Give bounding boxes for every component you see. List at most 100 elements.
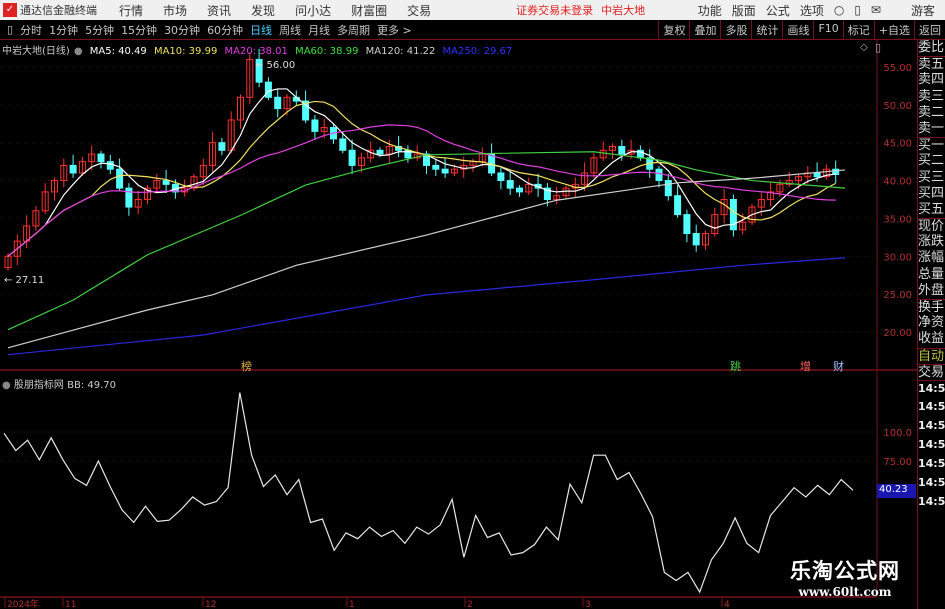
ma60-line xyxy=(7,151,846,331)
quote-label: 收益 xyxy=(918,331,945,347)
quote-label: 涨幅 xyxy=(918,250,945,266)
quote-label: 换手 xyxy=(918,299,945,315)
ma250-label: MA250: 29.67 xyxy=(442,46,513,57)
candle-body xyxy=(692,233,700,246)
quote-label: 买四 xyxy=(918,185,945,201)
trade-time: 14:56 xyxy=(918,494,945,508)
trade-time: 14:56 xyxy=(918,475,945,489)
quote-label: 总量 xyxy=(918,266,945,282)
quote-panel: 委比 卖五 卖四 卖三 卖二 卖一 买一 买二 买三 买四 买五 现价 涨跌 涨… xyxy=(917,40,945,609)
date-tick-label: 2024年 xyxy=(7,598,39,609)
candle-body xyxy=(69,164,77,174)
candle-body xyxy=(497,172,505,182)
quote-label: 买一 xyxy=(918,137,945,154)
indicator-tick-label: 75.00 xyxy=(883,457,912,468)
candle-body xyxy=(97,153,105,163)
event-marker: 增 xyxy=(800,359,811,373)
candle-body xyxy=(311,119,319,132)
indicator-legend: ● 股朋指标网 BB: 49.70 xyxy=(2,376,116,391)
ma20-label: MA20: 38.01 xyxy=(224,46,288,57)
expand-icon[interactable]: ▯ xyxy=(875,41,881,54)
price-tick-label: 45.00 xyxy=(883,139,912,150)
quote-label: 委比 xyxy=(918,40,945,55)
ma10-label: MA10: 39.99 xyxy=(153,46,218,57)
ma120-label: MA120: 41.22 xyxy=(365,46,436,57)
quote-label: 卖二 xyxy=(918,104,945,120)
auto-toggle[interactable]: 自动 xyxy=(918,347,945,364)
price-tick-label: 20.00 xyxy=(883,328,912,339)
quote-label: 外盘 xyxy=(918,282,945,298)
event-marker: 跳 xyxy=(730,359,741,373)
date-tick-label: 1 xyxy=(349,600,355,609)
candle-body xyxy=(348,149,356,166)
price-tick-label: 35.00 xyxy=(883,214,912,225)
quote-label: 净资 xyxy=(918,315,945,331)
indicator-tick-label: 100.0 xyxy=(883,428,912,439)
quote-label: 卖一 xyxy=(918,120,945,136)
candle-body xyxy=(516,187,523,193)
event-marker: 榜 xyxy=(241,359,252,373)
indicator-value: BB: 49.70 xyxy=(67,380,117,391)
candle-body xyxy=(674,195,682,216)
quote-label: 卖四 xyxy=(918,72,945,88)
candle-body xyxy=(274,96,282,110)
ma5-label: MA5: 40.49 xyxy=(89,46,147,57)
settings-icon[interactable]: ● xyxy=(74,46,83,57)
candle-body xyxy=(618,145,626,155)
trade-time: 14:56 xyxy=(918,456,945,470)
watermark: 乐淘公式网 www.60lt.com xyxy=(790,555,900,599)
candle-body xyxy=(813,172,821,178)
candle-body xyxy=(832,168,840,175)
event-marker: 财 xyxy=(833,359,844,373)
price-tick-label: 55.00 xyxy=(883,63,912,74)
date-tick-label: 3 xyxy=(585,600,591,609)
date-tick-label: 2 xyxy=(467,600,473,609)
candle-body xyxy=(125,187,133,208)
bb-indicator-line xyxy=(3,392,854,594)
watermark-url: www.60lt.com xyxy=(798,585,892,599)
date-tick-label: 12 xyxy=(205,600,216,609)
cursor-value-box: 40.23 xyxy=(877,484,916,498)
high-label: ← 56.00 xyxy=(255,60,295,71)
quote-label: 买三 xyxy=(918,169,945,185)
candle-body xyxy=(655,168,663,182)
back-button[interactable]: 返回 xyxy=(914,20,945,39)
trade-time: 14:56 xyxy=(918,418,945,432)
low-label: ← 27.11 xyxy=(4,275,44,286)
candle-body xyxy=(116,168,124,189)
settings-icon[interactable]: ● xyxy=(2,380,11,391)
quote-label: 买二 xyxy=(918,153,945,169)
price-tick-label: 25.00 xyxy=(883,290,912,301)
trade-label: 交易 xyxy=(918,363,945,380)
diamond-icon[interactable]: ◇ xyxy=(860,42,868,53)
candle-body xyxy=(218,142,226,151)
candle-body xyxy=(106,161,114,170)
chart-title: 中岩大地(日线) xyxy=(2,46,70,57)
trade-time: 14:56 xyxy=(918,437,945,451)
watermark-name: 乐淘公式网 xyxy=(790,558,900,583)
ma-legend: 中岩大地(日线) ● MA5: 40.49 MA10: 39.99 MA20: 3… xyxy=(2,42,516,57)
ma250-line xyxy=(7,257,846,356)
kline-chart[interactable]: 55.00 50.00 45.00 40.00 35.00 30.00 25.00 20.00… xyxy=(0,0,917,609)
candle-body xyxy=(162,180,170,185)
price-tick-label: 40.00 xyxy=(883,177,912,188)
candle-body xyxy=(664,180,672,197)
date-tick-label: 11 xyxy=(65,600,76,609)
candle-body xyxy=(376,149,384,155)
quote-label: 卖三 xyxy=(918,88,945,104)
candle-body xyxy=(506,180,514,189)
candle-body xyxy=(264,81,272,98)
price-tick-label: 30.00 xyxy=(883,252,912,263)
candle-body xyxy=(432,164,440,170)
ma60-label: MA60: 38.99 xyxy=(295,46,359,57)
candle-body xyxy=(441,168,449,174)
candle-body xyxy=(683,214,691,235)
ma120-line xyxy=(7,169,846,349)
indicator-title: 股朋指标网 xyxy=(13,380,64,391)
quote-label: 现价 xyxy=(918,218,945,235)
trade-time: 14:56 xyxy=(918,379,945,399)
trade-time: 14:56 xyxy=(918,399,945,413)
quote-label: 卖五 xyxy=(918,56,945,73)
price-tick-label: 50.00 xyxy=(883,101,912,112)
date-tick-label: 4 xyxy=(724,600,730,609)
